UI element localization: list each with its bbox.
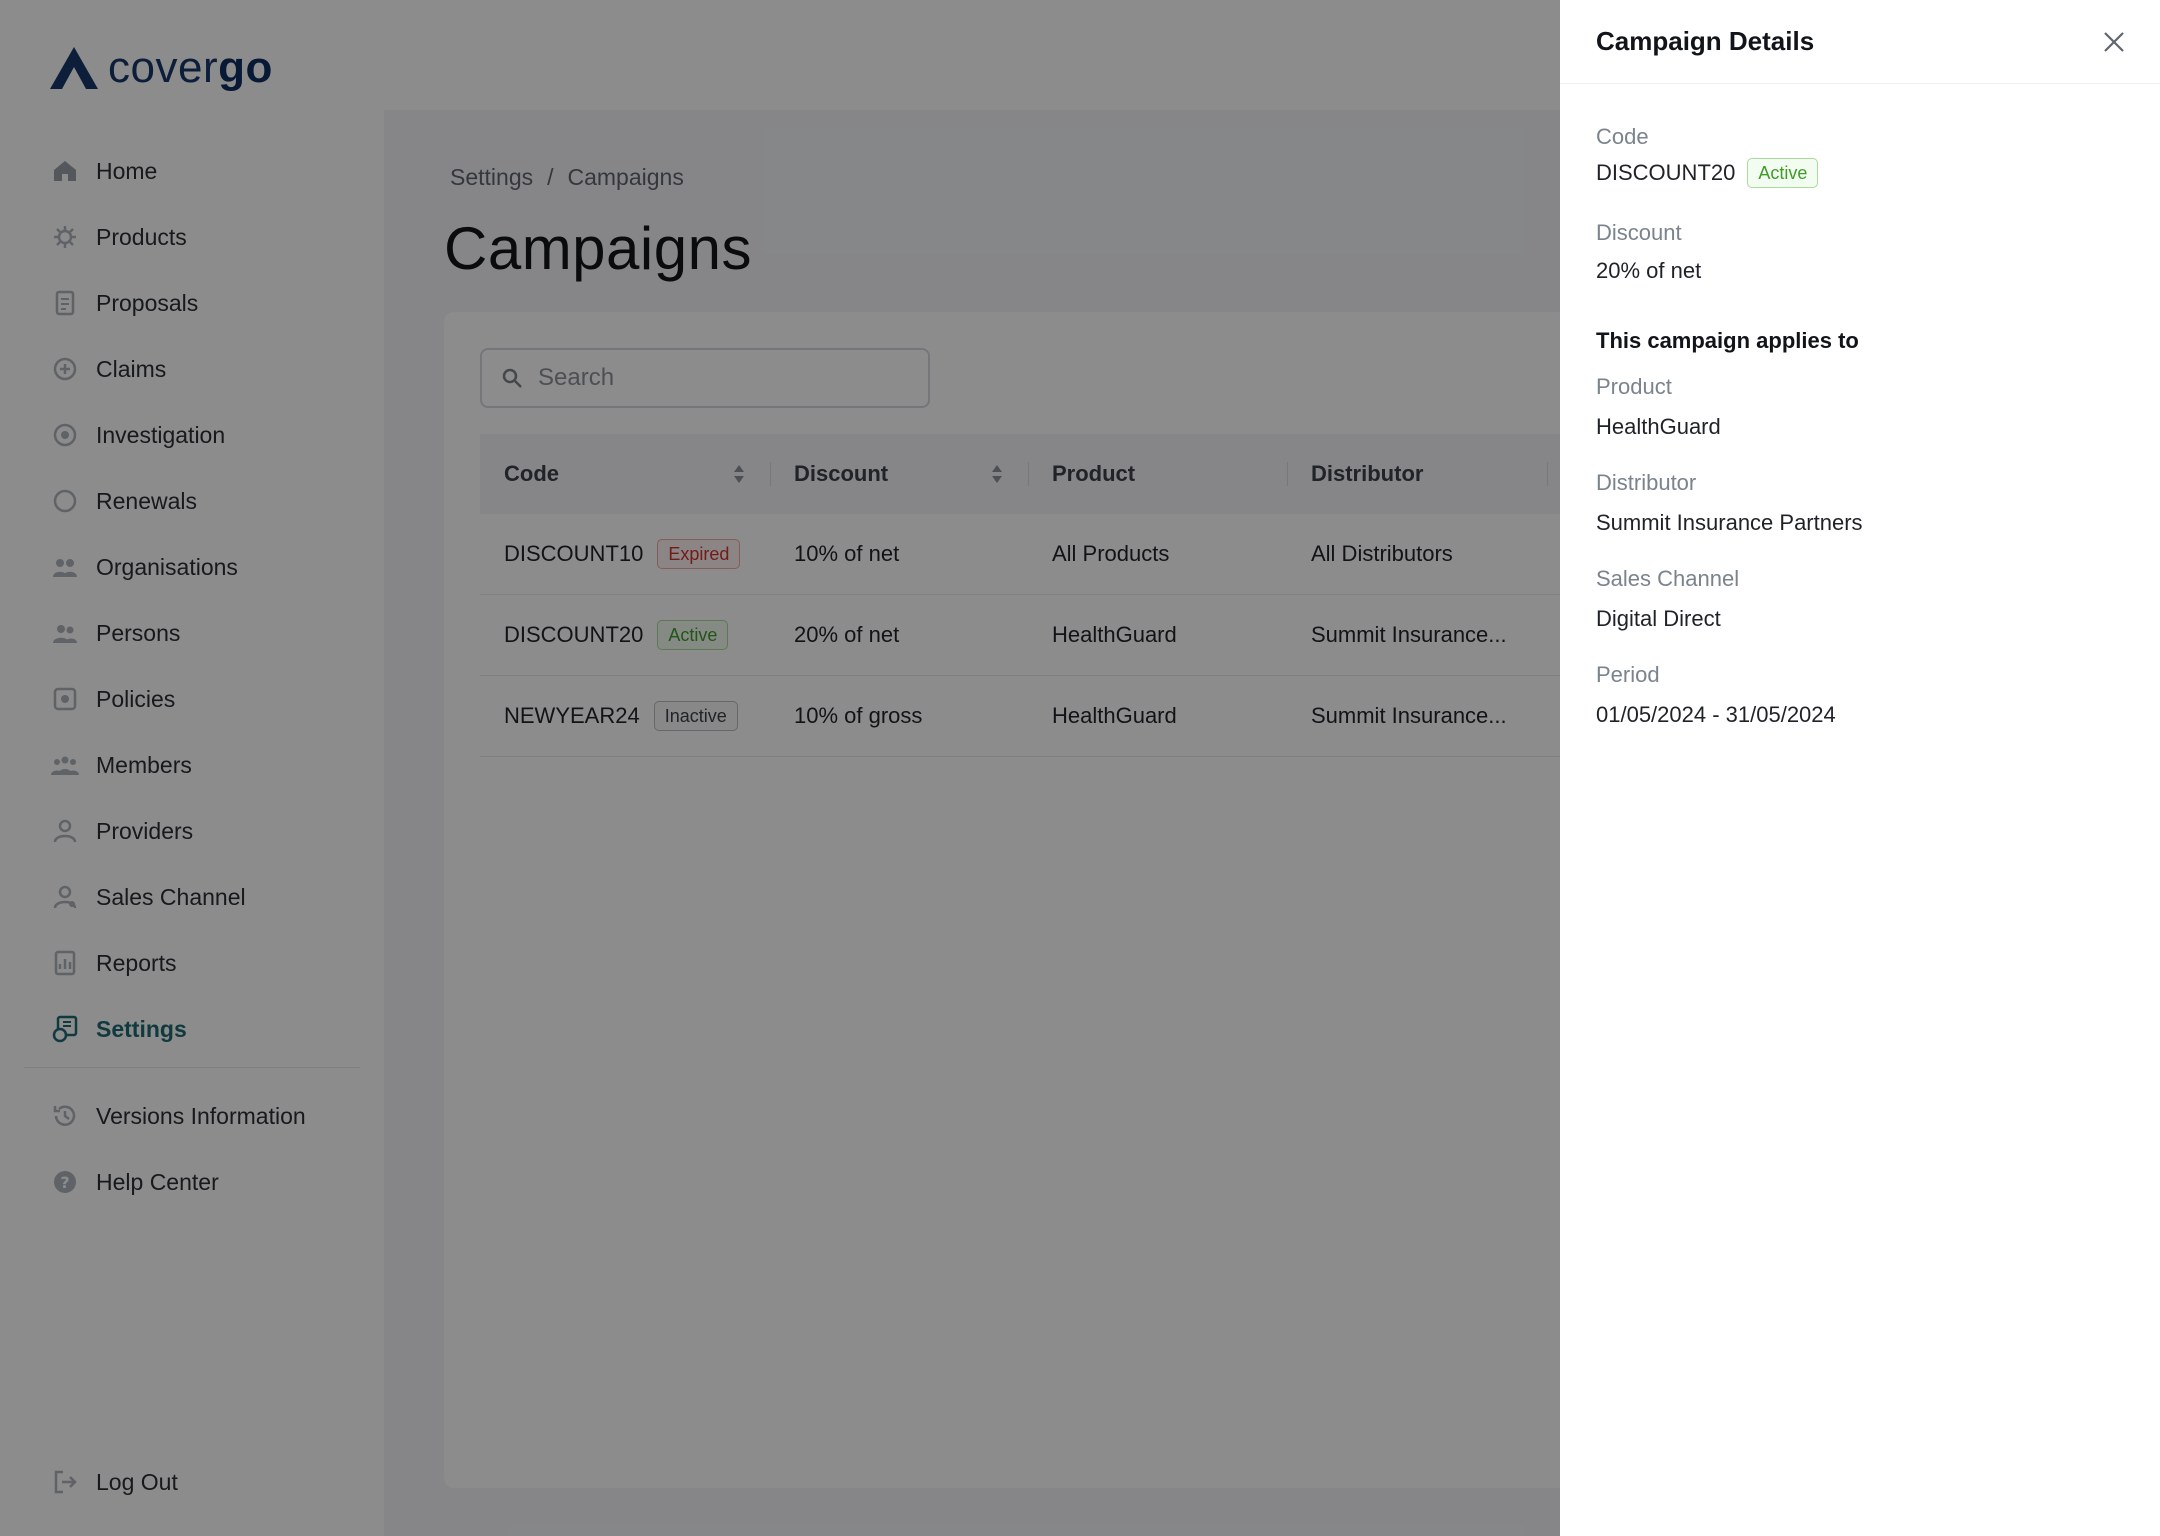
product-label: Product [1596, 374, 1672, 399]
period-label: Period [1596, 662, 1660, 687]
close-button[interactable] [2096, 24, 2132, 60]
product-value: HealthGuard [1596, 414, 1721, 439]
code-value: DISCOUNT20 [1596, 160, 1736, 185]
sales-channel-value: Digital Direct [1596, 606, 1721, 631]
modal-overlay[interactable] [0, 0, 1560, 1536]
distributor-label: Distributor [1596, 470, 1697, 495]
drawer-header: Campaign Details [1560, 0, 2160, 84]
distributor-value: Summit Insurance Partners [1596, 510, 1863, 535]
code-label: Code [1596, 124, 1649, 149]
discount-label: Discount [1596, 220, 1682, 245]
status-badge: Active [1747, 158, 1819, 188]
code-value-row: DISCOUNT20 Active [1596, 158, 1819, 188]
campaign-details-drawer: Campaign Details Code DISCOUNT20 Active … [1560, 0, 2160, 1536]
drawer-title: Campaign Details [1596, 26, 1815, 56]
sales-channel-label: Sales Channel [1596, 566, 1740, 591]
period-value: 01/05/2024 - 31/05/2024 [1596, 702, 1836, 727]
close-icon [2104, 32, 2124, 52]
discount-value: 20% of net [1596, 258, 1702, 283]
applies-section-title: This campaign applies to [1596, 328, 1859, 353]
